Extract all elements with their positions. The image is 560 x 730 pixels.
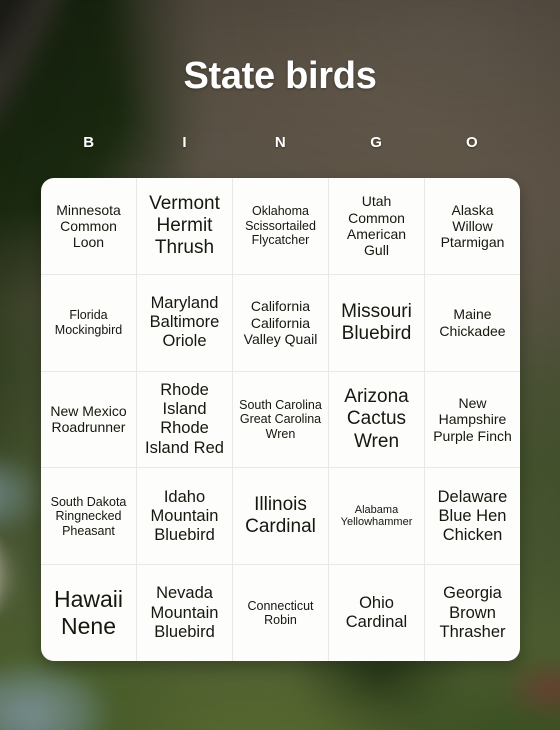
bingo-cell[interactable]: Ohio Cardinal xyxy=(328,565,424,661)
bingo-cell[interactable]: Nevada Mountain Bluebird xyxy=(136,565,232,661)
bingo-cell[interactable]: Utah Common American Gull xyxy=(328,178,424,274)
bingo-cell[interactable]: Delaware Blue Hen Chicken xyxy=(424,468,520,565)
bingo-cell[interactable]: Florida Mockingbird xyxy=(41,275,136,371)
bingo-header-row: B I N G O xyxy=(41,134,520,151)
bingo-cell[interactable]: Vermont Hermit Thrush xyxy=(136,178,232,274)
bingo-card: Minnesota Common Loon Vermont Hermit Thr… xyxy=(41,178,520,661)
bingo-cell[interactable]: Illinois Cardinal xyxy=(232,468,328,565)
bingo-cell[interactable]: Alabama Yellowhammer xyxy=(328,468,424,565)
bingo-header-letter-g: G xyxy=(370,134,383,151)
bingo-cell[interactable]: New Mexico Roadrunner xyxy=(41,372,136,468)
bingo-cell[interactable]: Maryland Baltimore Oriole xyxy=(136,274,232,371)
bingo-cell[interactable]: South Carolina Great Carolina Wren xyxy=(232,371,328,468)
bingo-header-letter-o: O xyxy=(466,134,479,151)
bingo-cell[interactable]: Maine Chickadee xyxy=(424,274,520,371)
bingo-header-letter-n: N xyxy=(274,134,287,151)
bingo-row: Minnesota Common Loon Vermont Hermit Thr… xyxy=(41,178,520,274)
bingo-row: Hawaii Nene Nevada Mountain Bluebird Con… xyxy=(41,564,520,661)
bingo-cell[interactable]: Georgia Brown Thrasher xyxy=(424,565,520,661)
bingo-cell[interactable]: Missouri Bluebird xyxy=(328,274,424,371)
bingo-header-letter-i: I xyxy=(182,134,188,151)
bingo-cell[interactable]: Minnesota Common Loon xyxy=(41,178,136,274)
bingo-cell[interactable]: Arizona Cactus Wren xyxy=(328,371,424,468)
bingo-row: New Mexico Roadrunner Rhode Island Rhode… xyxy=(41,370,520,468)
bingo-cell[interactable]: South Dakota Ringnecked Pheasant xyxy=(41,468,136,564)
bingo-cell[interactable]: Rhode Island Rhode Island Red xyxy=(136,371,232,468)
bingo-cell[interactable]: Oklahoma Scissortailed Flycatcher xyxy=(232,178,328,274)
bingo-row: Florida Mockingbird Maryland Baltimore O… xyxy=(41,273,520,371)
page-title: State birds xyxy=(183,55,377,97)
bingo-row: South Dakota Ringnecked Pheasant Idaho M… xyxy=(41,467,520,565)
bingo-cell[interactable]: New Hampshire Purple Finch xyxy=(424,371,520,468)
bingo-cell[interactable]: California California Valley Quail xyxy=(232,274,328,371)
bingo-cell[interactable]: Idaho Mountain Bluebird xyxy=(136,468,232,565)
bingo-cell[interactable]: Hawaii Nene xyxy=(41,565,136,661)
bingo-cell[interactable]: Alaska Willow Ptarmigan xyxy=(424,178,520,274)
bingo-cell[interactable]: Connecticut Robin xyxy=(232,565,328,661)
bingo-page: State birds B I N G O Minnesota Common L… xyxy=(0,0,560,730)
bingo-header-letter-b: B xyxy=(83,134,95,151)
